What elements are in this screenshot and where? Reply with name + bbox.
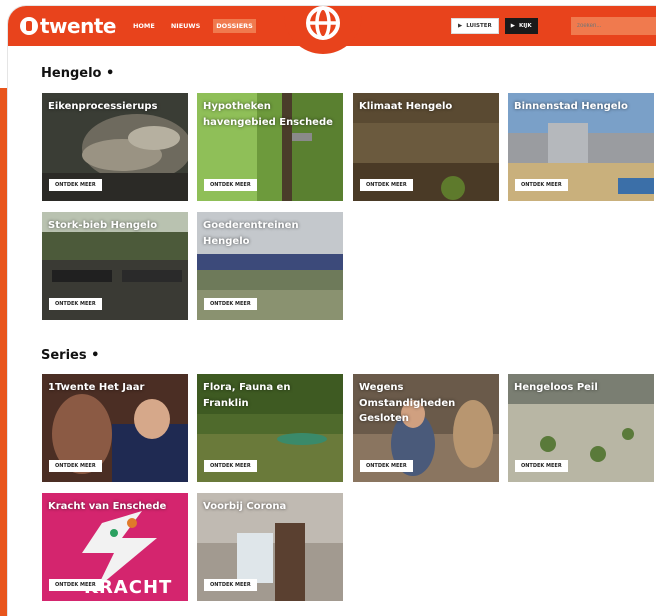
card-title: Binnenstad Hengelo (514, 101, 628, 112)
logo-text: twente (40, 14, 116, 38)
card-hypotheken[interactable]: Hypotheken havengebied Enschede ONTDEK M… (197, 93, 343, 201)
card-binnenstad-hengelo[interactable]: Binnenstad Hengelo ONTDEK MEER (508, 93, 654, 201)
discover-more-button[interactable]: ONTDEK MEER (360, 460, 413, 472)
card-title: Hypotheken havengebied Enschede (203, 101, 333, 128)
discover-more-button[interactable]: ONTDEK MEER (204, 579, 257, 591)
discover-more-button[interactable]: ONTDEK MEER (360, 179, 413, 191)
card-stork-bieb[interactable]: Stork-bieb Hengelo ONTDEK MEER (42, 212, 188, 320)
nav-home[interactable]: HOME (130, 19, 158, 33)
card-title: Wegens Omstandigheden Gesloten (359, 382, 456, 424)
card-title: Stork-bieb Hengelo (48, 220, 158, 231)
card-title: Eikenprocessierups (48, 101, 158, 112)
card-kracht-van-enschede[interactable]: Kracht van Enschede KRACHT ONTDEK MEER (42, 493, 188, 601)
nav-dossiers[interactable]: DOSSIERS (213, 19, 256, 33)
card-title: Hengeloos Peil (514, 382, 598, 393)
listen-label: LUISTER (466, 23, 492, 29)
play-icon: ▶ (458, 23, 463, 29)
card-hengeloos-peil[interactable]: Hengeloos Peil ONTDEK MEER (508, 374, 654, 482)
section-dot: • (101, 66, 115, 81)
watch-button[interactable]: ▶ KIJK (504, 18, 538, 34)
card-klimaat-hengelo[interactable]: Klimaat Hengelo ONTDEK MEER (353, 93, 499, 201)
discover-more-button[interactable]: ONTDEK MEER (204, 298, 257, 310)
listen-button[interactable]: ▶ LUISTER (451, 18, 499, 34)
card-goederentreinen[interactable]: Goederentreinen Hengelo ONTDEK MEER (197, 212, 343, 320)
card-flora-fauna[interactable]: Flora, Fauna en Franklin ONTDEK MEER (197, 374, 343, 482)
section-title-hengelo: Hengelo • (41, 66, 114, 81)
play-icon: ▶ (510, 23, 515, 29)
main-nav: HOME NIEUWS DOSSIERS (130, 19, 256, 33)
globe-badge (284, 6, 362, 54)
card-title: Kracht van Enschede (48, 501, 167, 512)
discover-more-button[interactable]: ONTDEK MEER (49, 179, 102, 191)
card-voorbij-corona[interactable]: Voorbij Corona ONTDEK MEER (197, 493, 343, 601)
discover-more-button[interactable]: ONTDEK MEER (49, 460, 102, 472)
card-wegens-omstandigheden[interactable]: Wegens Omstandigheden Gesloten ONTDEK ME… (353, 374, 499, 482)
discover-more-button[interactable]: ONTDEK MEER (515, 179, 568, 191)
globe-icon (306, 6, 340, 40)
watch-label: KIJK (519, 23, 532, 29)
discover-more-button[interactable]: ONTDEK MEER (49, 579, 102, 591)
nav-nieuws[interactable]: NIEUWS (168, 19, 203, 33)
search-input[interactable] (571, 17, 656, 35)
card-title: Flora, Fauna en Franklin (203, 382, 291, 409)
card-eikenprocessierups[interactable]: Eikenprocessierups ONTDEK MEER (42, 93, 188, 201)
media-buttons: ▶ LUISTER ▶ KIJK (451, 18, 538, 34)
card-title: 1Twente Het Jaar (48, 382, 145, 393)
browser-frame: twente HOME NIEUWS DOSSIERS ▶ LUISTER ▶ … (8, 6, 656, 616)
section-title-text: Series (41, 348, 87, 363)
discover-more-button[interactable]: ONTDEK MEER (204, 460, 257, 472)
card-title: Goederentreinen Hengelo (203, 220, 299, 247)
logo-mark-icon (20, 17, 38, 35)
card-1twente-het-jaar[interactable]: 1Twente Het Jaar ONTDEK MEER (42, 374, 188, 482)
discover-more-button[interactable]: ONTDEK MEER (49, 298, 102, 310)
site-logo[interactable]: twente (20, 14, 116, 38)
card-title: Voorbij Corona (203, 501, 287, 512)
card-title: Klimaat Hengelo (359, 101, 453, 112)
section-dot: • (86, 348, 100, 363)
discover-more-button[interactable]: ONTDEK MEER (515, 460, 568, 472)
section-title-text: Hengelo (41, 66, 102, 81)
section-title-series: Series • (41, 348, 99, 363)
discover-more-button[interactable]: ONTDEK MEER (204, 179, 257, 191)
